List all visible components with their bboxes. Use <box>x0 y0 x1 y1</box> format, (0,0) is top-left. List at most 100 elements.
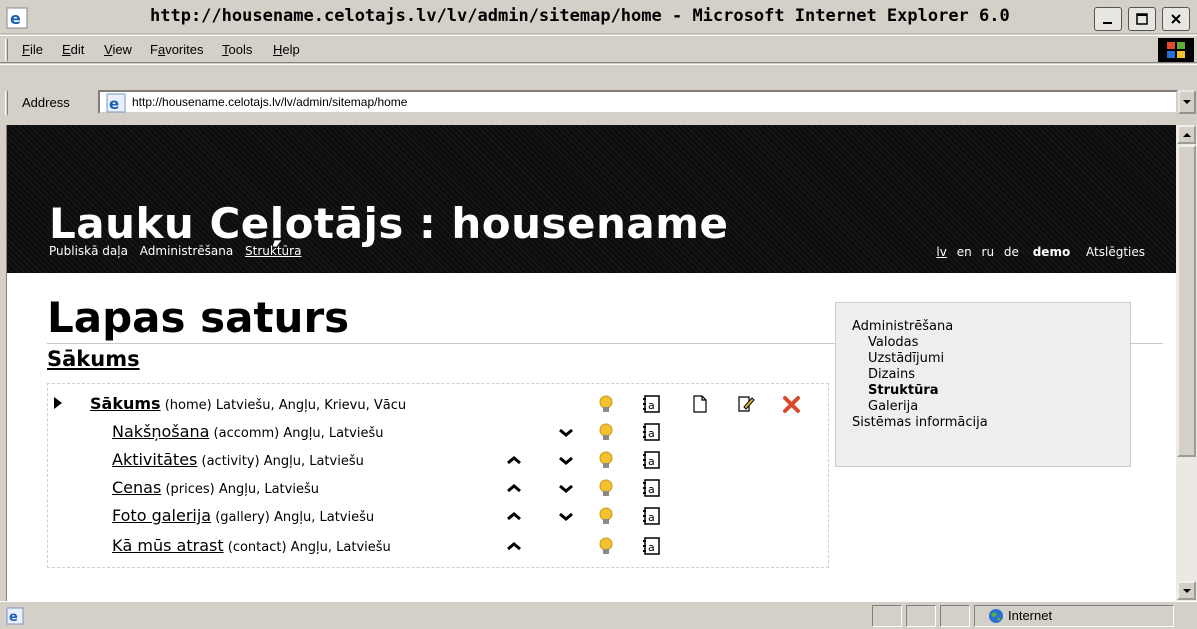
lang-ru-link[interactable]: ru <box>982 245 995 259</box>
page-title-link[interactable]: Aktivitātes <box>112 450 197 469</box>
page-title-link[interactable]: Sākums <box>90 394 161 413</box>
triangle-right-icon[interactable] <box>52 396 64 410</box>
delete-icon[interactable] <box>782 394 802 414</box>
svg-text:a: a <box>648 399 655 412</box>
lightbulb-icon[interactable] <box>596 478 616 498</box>
title-bar: e http://housename.celotajs.lv/lv/admin/… <box>0 0 1197 34</box>
page-title-link[interactable]: Cenas <box>112 478 161 497</box>
move-down-icon[interactable] <box>556 506 576 526</box>
lightbulb-icon[interactable] <box>596 394 616 414</box>
svg-text:a: a <box>648 483 655 496</box>
menu-file[interactable]: File <box>22 42 43 57</box>
top-navigation: Publiskā daļa Administrēšana Struktūra <box>49 244 309 258</box>
move-up-icon[interactable] <box>504 450 524 470</box>
content-a-icon[interactable]: a <box>642 422 662 442</box>
move-up-icon[interactable] <box>504 506 524 526</box>
svg-text:e: e <box>109 95 119 113</box>
scroll-down-button[interactable] <box>1177 581 1196 600</box>
lightbulb-icon[interactable] <box>596 536 616 556</box>
address-bar: Address e http://housename.celotajs.lv/l… <box>0 64 1197 124</box>
page-title-link[interactable]: Nakšņošana <box>112 422 209 441</box>
address-label: Address <box>22 95 70 110</box>
lightbulb-icon[interactable] <box>596 422 616 442</box>
svg-text:a: a <box>648 511 655 524</box>
vertical-scrollbar[interactable] <box>1176 125 1197 601</box>
menu-edit[interactable]: Edit <box>62 42 84 57</box>
toolbar-grip[interactable] <box>5 39 8 61</box>
move-down-icon[interactable] <box>556 478 576 498</box>
status-panel <box>940 605 970 627</box>
move-up-icon[interactable] <box>504 536 524 556</box>
current-user: demo <box>1032 245 1071 259</box>
ie-icon: e <box>6 7 28 29</box>
page-viewport: Lauku Ceļotājs : housename Publiskā daļa… <box>6 125 1176 601</box>
security-zone-label: Internet <box>1008 608 1053 623</box>
address-dropdown-button[interactable] <box>1178 90 1196 114</box>
menu-view[interactable]: View <box>104 42 132 57</box>
close-button[interactable] <box>1162 7 1190 31</box>
menu-help[interactable]: Help <box>273 42 300 57</box>
page-title-link[interactable]: Kā mūs atrast <box>112 536 224 555</box>
move-up-icon[interactable] <box>504 478 524 498</box>
site-title: Lauku Ceļotājs : housename <box>49 199 729 248</box>
content-a-icon[interactable]: a <box>642 394 662 414</box>
page-title-link[interactable]: Foto galerija <box>112 506 211 525</box>
section-heading-link[interactable]: Sākums <box>47 347 140 371</box>
content-a-icon[interactable]: a <box>642 506 662 526</box>
sidebar-item-settings[interactable]: Uzstādījumi <box>852 351 1114 367</box>
nav-admin-link[interactable]: Administrēšana <box>140 244 233 258</box>
new-page-icon[interactable] <box>690 394 710 414</box>
address-url: http://housename.celotajs.lv/lv/admin/si… <box>132 95 408 109</box>
maximize-icon <box>1136 13 1148 25</box>
menu-bar: File Edit View Favorites Tools Help <box>0 35 1197 63</box>
svg-text:a: a <box>648 541 655 554</box>
chevron-down-icon <box>1183 100 1191 104</box>
page-ie-icon: e <box>6 607 24 625</box>
site-banner: Lauku Ceļotājs : housename Publiskā daļa… <box>7 125 1176 273</box>
sidebar-item-system-info[interactable]: Sistēmas informācija <box>852 415 1114 431</box>
scroll-up-button[interactable] <box>1177 125 1196 144</box>
svg-text:a: a <box>648 455 655 468</box>
logout-link[interactable]: Atslēgties <box>1086 245 1145 259</box>
language-navigation: lv en ru de demo Atslēgties <box>930 245 1145 259</box>
status-bar: e Internet <box>0 601 1197 629</box>
tree-row: Cenas (prices) Angļu, Latviešu a <box>48 476 828 500</box>
lightbulb-icon[interactable] <box>596 450 616 470</box>
sidebar-item-gallery[interactable]: Galerija <box>852 399 1114 415</box>
sidebar-item-design[interactable]: Dizains <box>852 367 1114 383</box>
move-down-icon[interactable] <box>556 450 576 470</box>
globe-icon <box>989 609 1003 623</box>
content-a-icon[interactable]: a <box>642 478 662 498</box>
svg-text:e: e <box>9 610 18 625</box>
menu-favorites[interactable]: Favorites <box>150 42 203 57</box>
toolbar-grip[interactable] <box>5 91 8 115</box>
sitemap-tree: Sākums (home) Latviešu, Angļu, Krievu, V… <box>47 383 829 568</box>
edit-icon[interactable] <box>736 394 756 414</box>
window-title: http://housename.celotajs.lv/lv/admin/si… <box>150 6 1010 26</box>
content-a-icon[interactable]: a <box>642 450 662 470</box>
minimize-button[interactable] <box>1094 7 1122 31</box>
sidebar-item-admin[interactable]: Administrēšana <box>852 319 1114 335</box>
move-down-icon[interactable] <box>556 422 576 442</box>
page-ie-icon: e <box>106 93 126 113</box>
lightbulb-icon[interactable] <box>596 506 616 526</box>
lang-lv-link[interactable]: lv <box>936 245 946 259</box>
sidebar-item-languages[interactable]: Valodas <box>852 335 1114 351</box>
tree-row: Nakšņošana (accomm) Angļu, Latviešu a <box>48 420 828 444</box>
page-meta: (contact) Angļu, Latviešu <box>227 540 391 555</box>
content-a-icon[interactable]: a <box>642 536 662 556</box>
nav-structure-link[interactable]: Struktūra <box>245 244 301 258</box>
sidebar-item-structure[interactable]: Struktūra <box>852 383 1114 399</box>
lang-de-link[interactable]: de <box>1004 245 1019 259</box>
lang-en-link[interactable]: en <box>957 245 972 259</box>
svg-text:e: e <box>10 9 21 28</box>
menu-tools[interactable]: Tools <box>222 42 252 57</box>
maximize-button[interactable] <box>1128 7 1156 31</box>
page-meta: (accomm) Angļu, Latviešu <box>213 426 384 441</box>
tree-row: Aktivitātes (activity) Angļu, Latviešu a <box>48 448 828 472</box>
tree-row: Kā mūs atrast (contact) Angļu, Latviešu … <box>48 534 828 558</box>
address-input[interactable]: e http://housename.celotajs.lv/lv/admin/… <box>98 90 1178 114</box>
nav-public-link[interactable]: Publiskā daļa <box>49 244 128 258</box>
scroll-thumb[interactable] <box>1177 145 1196 457</box>
page-heading: Lapas saturs <box>47 293 350 342</box>
